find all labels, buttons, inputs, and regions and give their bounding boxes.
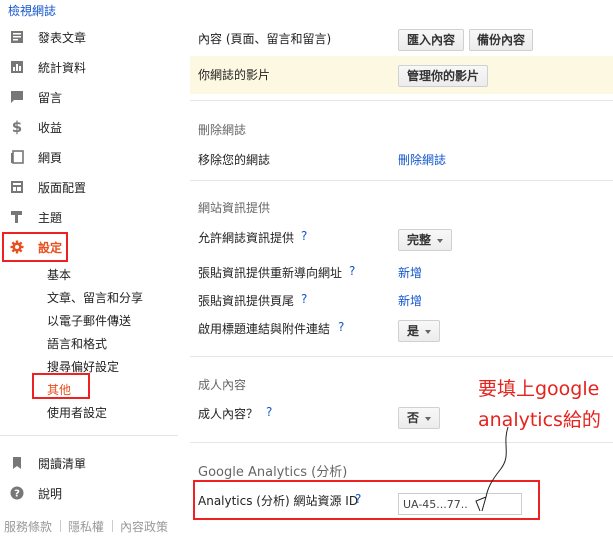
sidebar-item-label: 收益 (38, 120, 63, 135)
feed-footer-label: 張貼資訊提供頁尾 (198, 294, 295, 308)
feed-redirect-add-link[interactable]: 新增 (398, 264, 422, 281)
site-feed-title: 網站資訊提供 (198, 201, 271, 215)
view-blog-link[interactable]: 檢視網誌 (8, 2, 56, 19)
import-content-label: 內容 (頁面、留言和留言) (198, 32, 332, 46)
footer-content-policy-link[interactable]: 內容政策 (120, 518, 168, 535)
sidebar-item-layout[interactable]: 版面配置 (0, 174, 180, 200)
help-icon: ? (10, 486, 24, 500)
feed-redirect-label: 張貼資訊提供重新導向網址 (198, 266, 343, 280)
adult-content-dropdown[interactable]: 否 (398, 407, 440, 429)
feed-footer-add-link[interactable]: 新增 (398, 292, 422, 309)
chevron-down-icon (425, 416, 431, 421)
dropdown-value: 是 (406, 324, 419, 338)
other-highlight-box (32, 373, 90, 399)
help-link[interactable]: ? (266, 405, 272, 419)
section-divider (190, 356, 613, 357)
sidebar-item-label: 說明 (38, 486, 63, 501)
google-analytics-title: Google Analytics (分析) (198, 465, 348, 480)
adult-content-title: 成人內容 (198, 378, 247, 392)
dropdown-value: 完整 (406, 233, 431, 247)
section-divider (190, 100, 613, 101)
manage-videos-button[interactable]: 管理你的影片 (398, 65, 488, 87)
pages-icon (10, 150, 24, 164)
remove-blog-label: 移除您的網誌 (198, 153, 271, 167)
sidebar-item-comments[interactable]: 留言 (0, 84, 180, 110)
settings-highlight-box (2, 232, 68, 262)
sidebar-item-pages[interactable]: 網頁 (0, 144, 180, 170)
sidebar-item-label: 網頁 (38, 150, 63, 165)
sidebar-item-label: 留言 (38, 90, 63, 105)
delete-blog-link[interactable]: 刪除網誌 (398, 151, 446, 168)
annotation-arrow-icon (475, 426, 509, 512)
annotation-line-1: 要填上google (478, 378, 600, 400)
sidebar-item-stats[interactable]: 統計資料 (0, 54, 180, 80)
sidebar-item-label: 版面配置 (38, 180, 87, 195)
sidebar-item-reading-list[interactable]: 閱讀清單 (0, 450, 180, 476)
settings-sub-posts-comments[interactable]: 文章、留言和分享 (47, 289, 143, 306)
settings-sub-users[interactable]: 使用者設定 (47, 404, 107, 421)
title-links-dropdown[interactable]: 是 (398, 320, 440, 342)
allow-feed-label: 允許網誌資訊提供 (198, 231, 295, 245)
footer-terms-link[interactable]: 服務條款 (4, 518, 52, 535)
comments-icon (10, 90, 24, 104)
sidebar-item-label: 發表文章 (38, 30, 87, 45)
sidebar-item-earnings[interactable]: $ 收益 (0, 114, 180, 140)
chevron-down-icon (437, 238, 443, 243)
help-link[interactable]: ? (338, 320, 344, 334)
svg-text:?: ? (14, 489, 20, 500)
posts-icon (10, 30, 24, 44)
stats-icon (10, 60, 24, 74)
delete-blog-title: 刪除網誌 (198, 123, 247, 137)
chevron-down-icon (425, 329, 431, 334)
title-links-label: 啟用標題連結與附件連結 (198, 322, 331, 336)
sidebar-item-label: 主題 (38, 210, 63, 225)
settings-sub-email[interactable]: 以電子郵件傳送 (47, 312, 131, 329)
settings-sub-basic[interactable]: 基本 (47, 266, 71, 283)
import-content-button[interactable]: 匯入內容 (398, 29, 464, 51)
footer-privacy-link[interactable]: 隱私權 (68, 518, 104, 535)
allow-feed-dropdown[interactable]: 完整 (398, 229, 452, 251)
sidebar-item-theme[interactable]: 主題 (0, 204, 180, 230)
sidebar-item-label: 閱讀清單 (38, 456, 87, 471)
sidebar-item-label: 統計資料 (38, 60, 87, 75)
help-link[interactable]: ? (301, 292, 307, 306)
sidebar-item-posts[interactable]: 發表文章 (0, 24, 180, 50)
footer-divider (112, 520, 113, 532)
sidebar-divider (0, 435, 178, 436)
section-divider (190, 180, 613, 181)
backup-content-button[interactable]: 備份內容 (469, 29, 533, 51)
blog-videos-label: 你網誌的影片 (198, 68, 271, 82)
theme-icon (10, 210, 24, 224)
adult-content-label: 成人內容？ (198, 407, 259, 421)
help-link[interactable]: ? (349, 264, 355, 278)
footer-divider (60, 520, 61, 532)
dropdown-value: 否 (406, 411, 419, 425)
settings-sub-language[interactable]: 語言和格式 (47, 335, 107, 352)
earnings-icon: $ (11, 118, 23, 136)
bookmark-icon (10, 456, 24, 470)
layout-icon (10, 180, 24, 194)
sidebar-item-help[interactable]: ? 說明 (0, 480, 180, 506)
section-divider (190, 442, 613, 443)
help-link[interactable]: ? (301, 229, 307, 243)
